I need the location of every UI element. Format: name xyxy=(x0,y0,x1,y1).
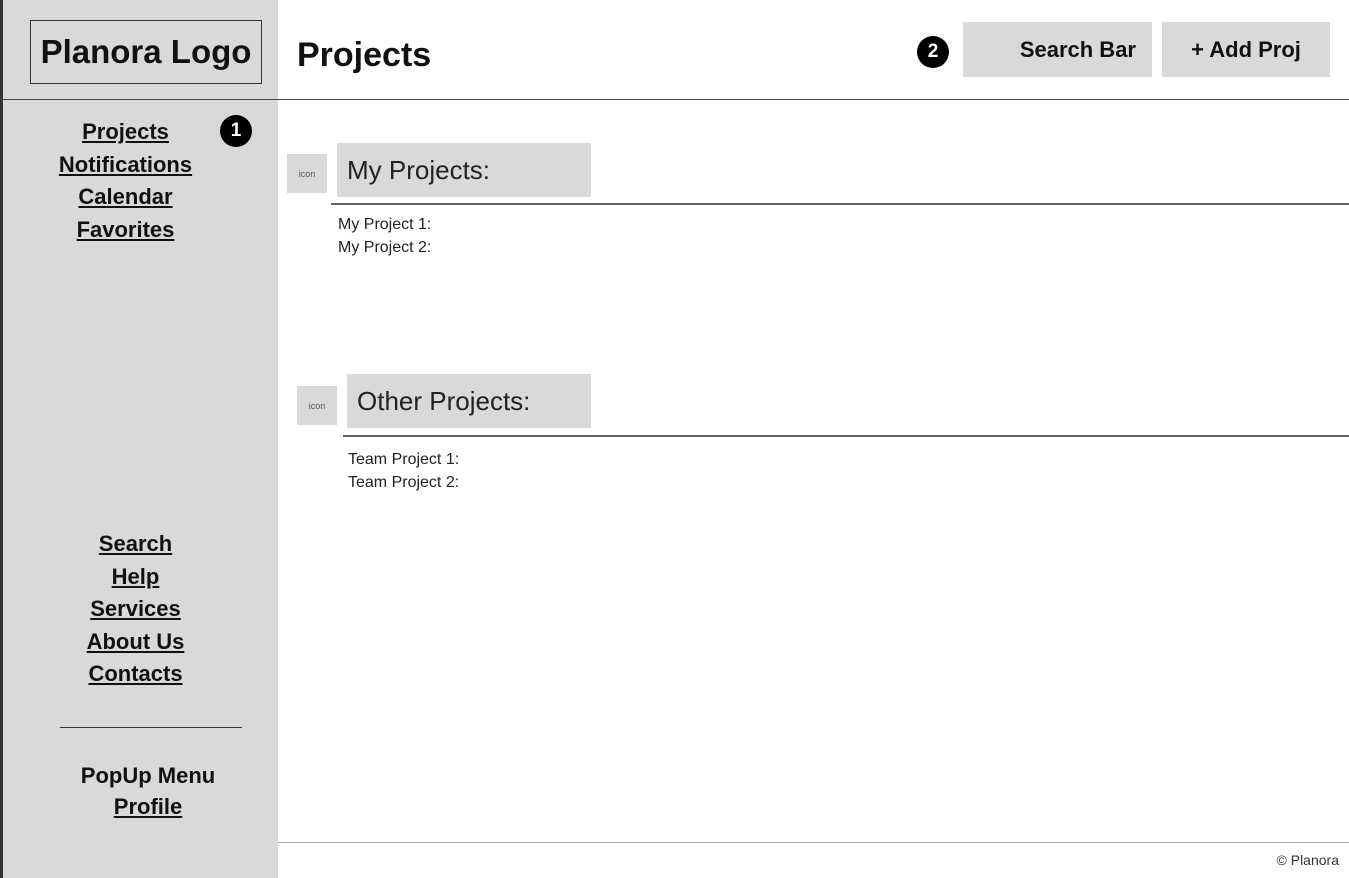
search-bar[interactable]: Search Bar xyxy=(963,22,1152,77)
sidebar-item-profile[interactable]: Profile xyxy=(3,791,293,823)
add-project-button[interactable]: + Add Proj xyxy=(1162,22,1330,77)
sidebar-item-help[interactable]: Help xyxy=(112,561,160,594)
sidebar-item-favorites[interactable]: Favorites xyxy=(77,214,175,247)
sidebar-secondary-nav: Search Help Services About Us Contacts xyxy=(0,528,273,691)
my-project-item-1[interactable]: My Project 1: xyxy=(338,217,431,233)
sidebar-divider xyxy=(60,727,242,728)
team-project-item-1[interactable]: Team Project 1: xyxy=(348,452,459,468)
popup-menu-label[interactable]: PopUp Menu xyxy=(3,760,293,792)
other-projects-divider xyxy=(343,435,1349,437)
my-projects-icon: icon xyxy=(287,154,327,193)
sidebar-item-calendar[interactable]: Calendar xyxy=(78,181,172,214)
my-project-item-2[interactable]: My Project 2: xyxy=(338,240,431,256)
sidebar: Projects Notifications Calendar Favorite… xyxy=(3,100,278,878)
sidebar-item-about-us[interactable]: About Us xyxy=(87,626,185,659)
footer-divider xyxy=(278,842,1349,843)
other-projects-header: Other Projects: xyxy=(347,374,591,428)
team-project-item-2[interactable]: Team Project 2: xyxy=(348,475,459,491)
logo-area: Planora Logo xyxy=(3,0,278,99)
my-projects-divider xyxy=(331,203,1349,205)
logo[interactable]: Planora Logo xyxy=(30,20,262,84)
other-projects-icon: icon xyxy=(297,386,337,425)
page-title: Projects xyxy=(297,36,432,74)
my-projects-header: My Projects: xyxy=(337,143,591,197)
sidebar-item-notifications[interactable]: Notifications xyxy=(59,149,192,182)
sidebar-item-services[interactable]: Services xyxy=(90,593,181,626)
annotation-marker-1: 1 xyxy=(220,115,252,147)
annotation-marker-2: 2 xyxy=(917,36,949,68)
sidebar-item-contacts[interactable]: Contacts xyxy=(88,658,182,691)
app-window: Planora Logo Projects 2 Search Bar + Add… xyxy=(0,0,1349,878)
sidebar-item-search[interactable]: Search xyxy=(99,528,172,561)
footer-copyright: © Planora xyxy=(1276,852,1339,868)
sidebar-item-projects[interactable]: Projects xyxy=(82,116,169,149)
